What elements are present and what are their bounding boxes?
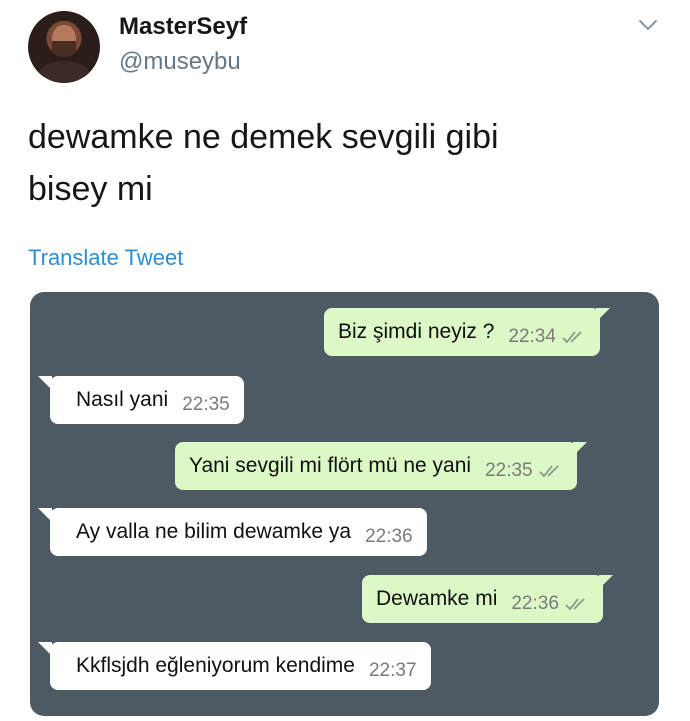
message-text: Biz şimdi neyiz ? xyxy=(338,320,495,343)
user-handle[interactable]: @museybu xyxy=(119,48,241,76)
avatar-beard xyxy=(52,41,76,57)
message-time: 22:34 xyxy=(508,326,556,347)
chevron-down-icon[interactable] xyxy=(637,14,659,36)
message-bubble-outgoing: Dewamke mi 22:36 xyxy=(362,575,613,623)
tweet-text-line-2: bisey mi xyxy=(28,170,153,208)
double-check-icon xyxy=(565,598,585,611)
message-text: Kkflsjdh eğleniyorum kendime xyxy=(76,654,355,677)
message-bubble-incoming: Kkflsjdh eğleniyorum kendime 22:37 xyxy=(38,642,431,690)
double-check-icon xyxy=(538,465,559,478)
tweet-text: dewamke ne demek sevgili gibi bisey mi xyxy=(28,111,658,215)
chat-screenshot-image[interactable]: Biz şimdi neyiz ? 22:34 Nasıl yani 22:35… xyxy=(30,292,659,716)
message-text: Yani sevgili mi flört mü ne yani xyxy=(189,454,472,477)
tweet-text-line-1: dewamke ne demek sevgili gibi xyxy=(28,118,499,156)
avatar[interactable] xyxy=(28,11,100,83)
message-bubble-incoming: Nasıl yani 22:35 xyxy=(38,376,244,424)
message-time: 22:36 xyxy=(511,593,559,614)
avatar-shoulders xyxy=(38,61,90,83)
message-bubble-incoming: Ay valla ne bilim dewamke ya 22:36 xyxy=(38,508,427,556)
message-bubble-outgoing: Yani sevgili mi flört mü ne yani 22:35 xyxy=(175,442,587,490)
message-text: Dewamke mi xyxy=(376,587,498,610)
translate-tweet-link[interactable]: Translate Tweet xyxy=(28,245,183,271)
message-bubble-outgoing: Biz şimdi neyiz ? 22:34 xyxy=(324,308,610,356)
display-name[interactable]: MasterSeyf xyxy=(119,13,247,41)
double-check-icon xyxy=(562,331,582,344)
message-text: Ay valla ne bilim dewamke ya xyxy=(76,520,352,543)
tweet-card: MasterSeyf @museybu dewamke ne demek sev… xyxy=(0,0,690,721)
message-time: 22:35 xyxy=(182,394,230,415)
message-time: 22:36 xyxy=(365,526,413,547)
message-text: Nasıl yani xyxy=(76,388,169,411)
message-time: 22:37 xyxy=(368,660,417,681)
message-time: 22:35 xyxy=(485,460,533,481)
